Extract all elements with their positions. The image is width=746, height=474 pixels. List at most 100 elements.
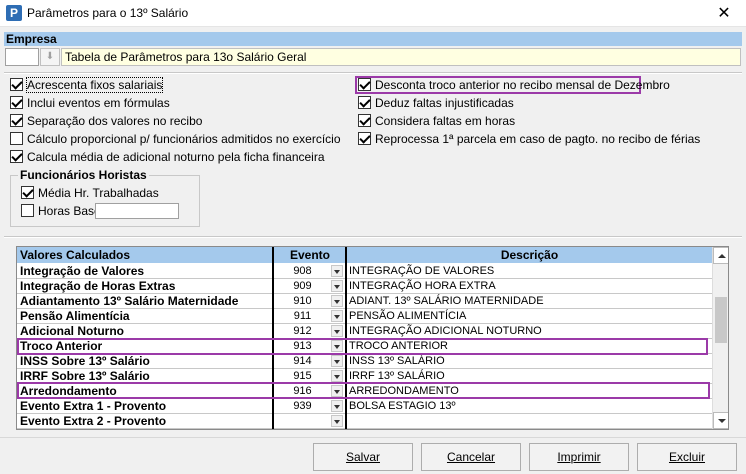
col-valores[interactable]: Valores Calculados <box>20 247 130 263</box>
app-icon: P <box>6 5 22 21</box>
col-descricao[interactable]: Descrição <box>347 247 712 263</box>
checkbox-checked-icon[interactable] <box>358 132 371 145</box>
imprimir-button[interactable]: Imprimir <box>529 443 629 471</box>
table-row[interactable]: Evento Extra 2 - Provento <box>17 414 712 429</box>
checkbox-unchecked-icon[interactable] <box>10 132 23 145</box>
row-name: Evento Extra 2 - Provento <box>20 414 167 428</box>
close-button[interactable]: ✕ <box>702 0 746 27</box>
row-descricao: INSS 13º SALÁRIO <box>349 355 445 367</box>
option-label: Cálculo proporcional p/ funcionários adm… <box>27 132 341 146</box>
row-evento[interactable]: 914 <box>275 354 330 369</box>
dropdown-arrow-icon[interactable] <box>331 370 343 382</box>
scroll-down-icon[interactable] <box>713 412 728 429</box>
option-horas-base[interactable]: Horas Base <box>21 203 101 219</box>
table-row[interactable]: Pensão Alimentícia 911 PENSÃO ALIMENTÍCIA <box>17 309 712 324</box>
checkbox-checked-icon[interactable] <box>10 114 23 127</box>
dropdown-arrow-icon[interactable] <box>331 280 343 292</box>
option-separacao-valores[interactable]: Separação dos valores no recibo <box>10 113 202 129</box>
separator <box>4 72 742 74</box>
separator <box>4 236 742 238</box>
row-name: Evento Extra 1 - Provento <box>20 399 167 413</box>
table-row[interactable]: Integração de Valores 908 INTEGRAÇÃO DE VA… <box>17 264 712 279</box>
checkbox-checked-icon[interactable] <box>21 186 34 199</box>
option-label: Considera faltas em horas <box>375 114 516 128</box>
table-row[interactable]: INSS Sobre 13º Salário 914 INSS 13º SALÁRI… <box>17 354 712 369</box>
row-name: Adiantamento 13º Salário Maternidade <box>20 294 239 308</box>
row-descricao: ADIANT. 13º SALÁRIO MATERNIDADE <box>349 295 544 307</box>
scroll-thumb[interactable] <box>715 297 727 343</box>
row-descricao: BOLSA ESTAGIO 13º <box>349 400 456 412</box>
table-row[interactable]: Evento Extra 1 - Provento 939 BOLSA ESTAGI… <box>17 399 712 414</box>
row-name: Integração de Valores <box>20 264 145 278</box>
dropdown-arrow-icon[interactable] <box>331 355 343 367</box>
highlight-troco-anterior <box>17 338 708 355</box>
option-label: Horas Base <box>38 204 101 218</box>
dropdown-arrow-icon[interactable] <box>331 415 343 427</box>
horas-base-input[interactable] <box>95 203 179 219</box>
checkbox-checked-icon[interactable] <box>358 96 371 109</box>
option-label: Calcula média de adicional noturno pela … <box>27 150 325 164</box>
checkbox-checked-icon[interactable] <box>10 78 23 91</box>
table-row[interactable]: Adicional Noturno 912 INTEGRAÇÃO ADICIONAL… <box>17 324 712 339</box>
option-inclui-eventos[interactable]: Inclui eventos em fórmulas <box>10 95 170 111</box>
vertical-scrollbar[interactable] <box>712 247 728 429</box>
button-label: Excluir <box>668 450 705 464</box>
dropdown-arrow-icon[interactable] <box>331 310 343 322</box>
row-evento[interactable]: 911 <box>275 309 330 324</box>
checkbox-checked-icon[interactable] <box>10 150 23 163</box>
title-bar: P Parâmetros para o 13º Salário ✕ <box>0 0 746 27</box>
window-title: Parâmetros para o 13º Salário <box>27 6 189 20</box>
row-descricao: INTEGRAÇÃO DE VALORES <box>349 265 495 277</box>
option-deduz-faltas[interactable]: Deduz faltas injustificadas <box>358 95 514 111</box>
option-label: Deduz faltas injustificadas <box>375 96 514 110</box>
option-considera-faltas[interactable]: Considera faltas em horas <box>358 113 515 129</box>
table-row[interactable]: Integração de Horas Extras 909 INTEGRAÇÃO … <box>17 279 712 294</box>
col-evento[interactable]: Evento <box>275 247 345 263</box>
checkbox-checked-icon[interactable] <box>358 78 371 91</box>
table-row[interactable]: Adiantamento 13º Salário Maternidade 910 A… <box>17 294 712 309</box>
option-desconta-troco[interactable]: Desconta troco anterior no recibo mensal… <box>358 77 670 93</box>
row-name: Pensão Alimentícia <box>20 309 130 323</box>
row-evento[interactable]: 909 <box>275 279 330 294</box>
option-calcula-media[interactable]: Calcula média de adicional noturno pela … <box>10 149 325 165</box>
dropdown-arrow-icon[interactable] <box>331 265 343 277</box>
option-label: Inclui eventos em fórmulas <box>27 96 170 110</box>
row-name: INSS Sobre 13º Salário <box>20 354 150 368</box>
row-descricao: PENSÃO ALIMENTÍCIA <box>349 310 467 322</box>
horistas-legend: Funcionários Horistas <box>18 168 149 182</box>
option-acrescenta-fixos[interactable]: Acrescenta fixos salariais <box>10 77 164 93</box>
horistas-group <box>10 175 200 227</box>
row-descricao: INTEGRAÇÃO ADICIONAL NOTURNO <box>349 325 542 337</box>
option-media-horas[interactable]: Média Hr. Trabalhadas <box>21 185 159 201</box>
option-label: Acrescenta fixos salariais <box>25 77 164 93</box>
download-arrow-icon: ⬇ <box>45 51 55 62</box>
option-reprocessa-parcela[interactable]: Reprocessa 1ª parcela em caso de pagto. … <box>358 131 700 147</box>
button-label: Cancelar <box>446 450 496 464</box>
option-label: Reprocessa 1ª parcela em caso de pagto. … <box>375 132 701 146</box>
row-evento[interactable]: 908 <box>275 264 330 279</box>
empresa-header: Empresa <box>4 32 742 46</box>
cancelar-button[interactable]: Cancelar <box>421 443 521 471</box>
empresa-code-input[interactable] <box>5 48 39 66</box>
row-name: Adicional Noturno <box>20 324 124 338</box>
row-evento[interactable]: 912 <box>275 324 330 339</box>
option-calculo-proporcional[interactable]: Cálculo proporcional p/ funcionários adm… <box>10 131 341 147</box>
excluir-button[interactable]: Excluir <box>637 443 737 471</box>
empresa-lookup-button[interactable]: ⬇ <box>40 48 60 66</box>
button-label: Imprimir <box>557 450 601 464</box>
option-label: Média Hr. Trabalhadas <box>38 186 159 200</box>
highlight-arredondamento <box>17 382 710 399</box>
dropdown-arrow-icon[interactable] <box>331 325 343 337</box>
checkbox-unchecked-icon[interactable] <box>21 204 34 217</box>
checkbox-checked-icon[interactable] <box>10 96 23 109</box>
option-label: Desconta troco anterior no recibo mensal… <box>375 78 670 92</box>
checkbox-checked-icon[interactable] <box>358 114 371 127</box>
dropdown-arrow-icon[interactable] <box>331 400 343 412</box>
salvar-button[interactable]: Salvar <box>313 443 413 471</box>
option-label: Separação dos valores no recibo <box>27 114 203 128</box>
row-evento[interactable]: 939 <box>275 399 330 414</box>
scroll-up-icon[interactable] <box>713 247 728 264</box>
dropdown-arrow-icon[interactable] <box>331 295 343 307</box>
row-evento[interactable]: 910 <box>275 294 330 309</box>
grid-header: Valores Calculados Evento Descrição <box>17 247 712 263</box>
